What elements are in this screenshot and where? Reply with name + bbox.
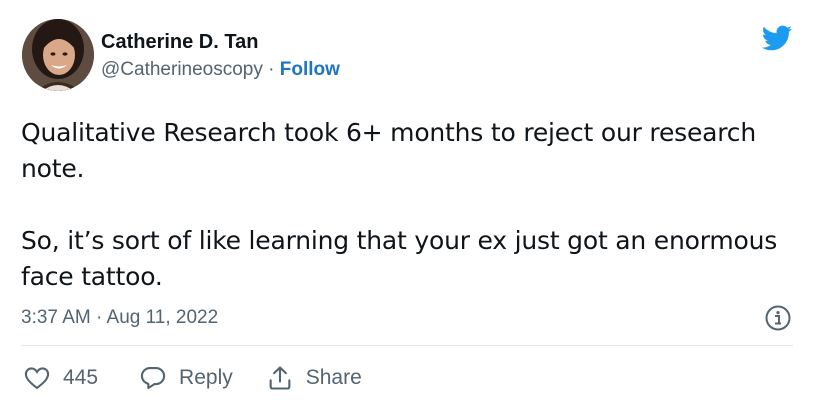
author-info: Catherine D. Tan @Catherineoscopy · Foll… [101,29,340,82]
twitter-bird-icon[interactable] [758,22,795,54]
speech-bubble-icon [140,367,166,390]
tweet-paragraph: So, it’s sort of like learning that your… [21,226,778,291]
author-name[interactable]: Catherine D. Tan [101,29,340,55]
info-icon[interactable] [764,304,792,332]
tweet-timestamp[interactable]: 3:37 AM · Aug 11, 2022 [21,305,218,331]
follow-button[interactable]: Follow [280,59,340,80]
share-button[interactable]: Share [265,364,362,392]
action-bar: 445 Reply Share [22,362,362,394]
share-upload-icon [269,366,291,390]
tweet-paragraph: Qualitative Research took 6+ months to r… [21,118,756,183]
author-handle[interactable]: @Catherineoscopy [101,59,263,80]
tweet-text: Qualitative Research took 6+ months to r… [21,115,781,295]
like-count: 445 [63,366,99,389]
reply-label: Reply [179,366,233,389]
avatar[interactable] [22,19,94,91]
tweet-card: Catherine D. Tan @Catherineoscopy · Foll… [0,0,817,402]
divider [22,345,793,346]
heart-icon [24,367,50,390]
handle-separator: · [268,59,275,80]
like-button[interactable]: 445 [22,364,98,392]
avatar-photo [22,19,94,91]
reply-button[interactable]: Reply [138,364,233,392]
handle-row: @Catherineoscopy · Follow [101,58,340,82]
share-label: Share [305,366,362,389]
